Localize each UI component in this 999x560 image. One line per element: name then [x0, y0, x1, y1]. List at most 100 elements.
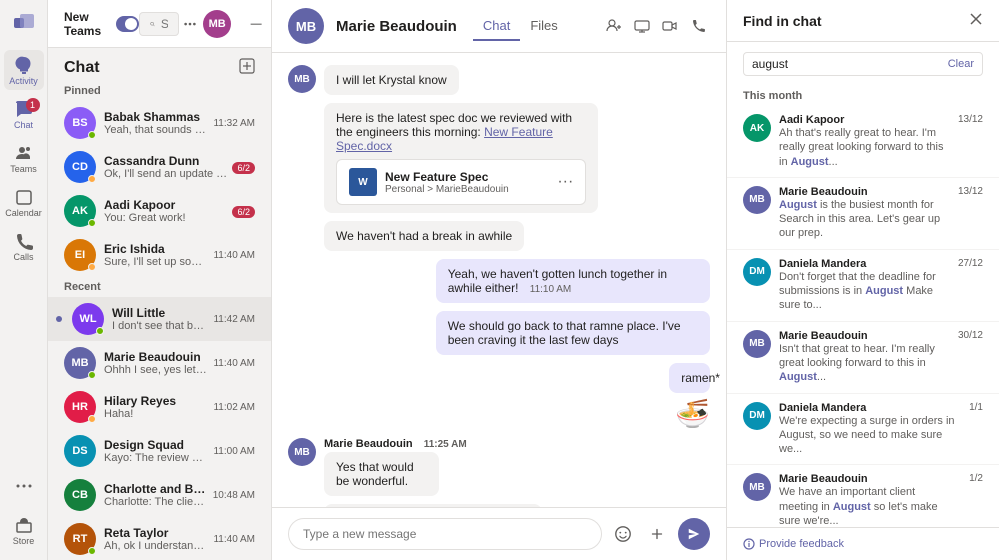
- message-bubble: I'll make a reservation for next week.: [324, 504, 542, 507]
- message-sender: Marie Beaudouin: [324, 438, 413, 450]
- minimize-btn[interactable]: —: [233, 8, 272, 40]
- list-item[interactable]: HR Hilary ReyesHaha! 11:02 AM: [48, 385, 271, 429]
- rail-item-store[interactable]: Store: [4, 510, 44, 550]
- result-date: 1/1: [969, 402, 983, 413]
- messages-area: MB I will let Krystal know MB Here is th…: [272, 53, 726, 507]
- avatar: MB: [64, 347, 96, 379]
- new-chat-btn[interactable]: [239, 58, 255, 77]
- find-section-label: This month: [727, 86, 999, 106]
- find-result-item[interactable]: MB Marie Beaudouin Isn't that great to h…: [727, 322, 999, 394]
- list-item[interactable]: RT Reta TaylorAh, ok I understand now. 1…: [48, 517, 271, 560]
- result-date: 13/12: [958, 114, 983, 125]
- sidebar-title: Chat: [64, 59, 100, 77]
- rail-item-chat[interactable]: 1 Chat: [4, 94, 44, 134]
- contact-avatar: MB: [288, 8, 324, 44]
- chat-badge: 1: [26, 98, 40, 112]
- result-text: August is the busiest month for Search i…: [779, 198, 946, 241]
- rail-item-more[interactable]: [4, 466, 44, 506]
- recent-section-label: Recent: [48, 277, 271, 297]
- search-input[interactable]: [161, 17, 168, 31]
- message-bubble-self: We should go back to that ramne place. I…: [436, 311, 710, 355]
- chat-header: MB Marie Beaudouin Chat Files: [272, 0, 726, 53]
- message-avatar: MB: [288, 438, 316, 466]
- attach-btn[interactable]: [644, 521, 670, 547]
- avatar: EI: [64, 239, 96, 271]
- find-result-item[interactable]: DM Daniela Mandera We're expecting a sur…: [727, 394, 999, 466]
- ramen-emoji: 🍜: [675, 397, 710, 430]
- result-name: Marie Beaudouin: [779, 186, 946, 198]
- list-item[interactable]: WL Will LittleI don't see that being an …: [48, 297, 271, 341]
- message-row: MB We haven't had a break in awhile: [288, 221, 710, 251]
- result-name: Marie Beaudouin: [779, 473, 957, 485]
- result-name: Daniela Mandera: [779, 258, 946, 270]
- list-item[interactable]: CB Charlotte and BabakCharlotte: The cli…: [48, 473, 271, 517]
- avatar: RT: [64, 523, 96, 555]
- avatar: DS: [64, 435, 96, 467]
- find-results: AK Aadi Kapoor Ah that's really great to…: [727, 106, 999, 527]
- toggle-switch[interactable]: [116, 16, 139, 32]
- list-item[interactable]: AK Aadi KapoorYou: Great work! 6/2: [48, 189, 271, 233]
- rail-calls-label: Calls: [13, 252, 33, 262]
- message-input[interactable]: [288, 518, 602, 550]
- file-more-btn[interactable]: ···: [557, 173, 573, 191]
- list-item[interactable]: MB Marie BeaudouinOhhh I see, yes let me…: [48, 341, 271, 385]
- send-btn[interactable]: [678, 518, 710, 550]
- result-date: 13/12: [958, 186, 983, 197]
- file-path: Personal > MarieBeaudouin: [385, 184, 549, 195]
- message-bubble-self: Yeah, we haven't gotten lunch together i…: [436, 259, 710, 303]
- result-avatar: AK: [743, 114, 771, 142]
- rail-item-calls[interactable]: Calls: [4, 226, 44, 266]
- find-search-input[interactable]: [752, 57, 942, 71]
- result-date: 27/12: [958, 258, 983, 269]
- add-people-btn[interactable]: [602, 14, 626, 38]
- sidebar: New Teams MB — ⬜ ✕ Chat Pinned: [48, 0, 272, 560]
- find-result-item[interactable]: AK Aadi Kapoor Ah that's really great to…: [727, 106, 999, 178]
- result-name: Aadi Kapoor: [779, 114, 946, 126]
- message-bubble: We haven't had a break in awhile: [324, 221, 524, 251]
- pinned-section-label: Pinned: [48, 81, 271, 101]
- result-name: Daniela Mandera: [779, 402, 957, 414]
- result-date: 30/12: [958, 330, 983, 341]
- find-clear-btn[interactable]: Clear: [948, 58, 974, 70]
- screen-share-btn[interactable]: [630, 14, 654, 38]
- contact-name: Marie Beaudouin: [336, 18, 457, 35]
- rail-calendar-label: Calendar: [5, 208, 42, 218]
- avatar: HR: [64, 391, 96, 423]
- video-call-btn[interactable]: [658, 14, 682, 38]
- message-row-self: Yeah, we haven't gotten lunch together i…: [288, 259, 710, 303]
- list-item[interactable]: BS Babak ShammasYeah, that sounds great …: [48, 101, 271, 145]
- file-card[interactable]: W New Feature Spec Personal > MarieBeaud…: [336, 159, 586, 205]
- tab-files[interactable]: Files: [520, 12, 567, 41]
- rail-item-activity[interactable]: Activity: [4, 50, 44, 90]
- chat-tabs: Chat Files: [473, 12, 568, 41]
- list-item[interactable]: DS Design SquadKayo: The review went rea…: [48, 429, 271, 473]
- file-link[interactable]: New Feature Spec.docx: [336, 125, 553, 153]
- message-avatar: MB: [288, 65, 316, 93]
- rail-item-calendar[interactable]: Calendar: [4, 182, 44, 222]
- emoji-btn[interactable]: [610, 521, 636, 547]
- find-result-item[interactable]: MB Marie Beaudouin August is the busiest…: [727, 178, 999, 250]
- result-text: Don't forget that the deadline for submi…: [779, 270, 946, 313]
- audio-call-btn[interactable]: [686, 14, 710, 38]
- user-avatar[interactable]: MB: [203, 10, 231, 38]
- message-row: MB Here is the latest spec doc we review…: [288, 103, 710, 213]
- rail-chat-label: Chat: [14, 120, 33, 130]
- find-result-item[interactable]: MB Marie Beaudouin We have an important …: [727, 465, 999, 527]
- search-icon: [150, 18, 155, 30]
- main-chat: MB Marie Beaudouin Chat Files MB I will …: [272, 0, 727, 560]
- rail-item-teams[interactable]: Teams: [4, 138, 44, 178]
- find-result-item[interactable]: DM Daniela Mandera Don't forget that the…: [727, 250, 999, 322]
- provide-feedback-btn[interactable]: Provide feedback: [727, 527, 999, 560]
- find-title: Find in chat: [743, 13, 822, 29]
- rail-activity-label: Activity: [9, 76, 38, 86]
- find-search-bar[interactable]: Clear: [743, 52, 983, 76]
- file-name: New Feature Spec: [385, 170, 549, 184]
- rail-store-label: Store: [13, 536, 35, 546]
- list-item[interactable]: EI Eric IshidaSure, I'll set up somethin…: [48, 233, 271, 277]
- search-bar[interactable]: [139, 12, 179, 36]
- find-close-btn[interactable]: [969, 12, 983, 29]
- message-row-self: We should go back to that ramne place. I…: [288, 311, 710, 355]
- tab-chat[interactable]: Chat: [473, 12, 520, 41]
- more-options-btn[interactable]: [179, 13, 201, 35]
- list-item[interactable]: CD Cassandra DunnOk, I'll send an update…: [48, 145, 271, 189]
